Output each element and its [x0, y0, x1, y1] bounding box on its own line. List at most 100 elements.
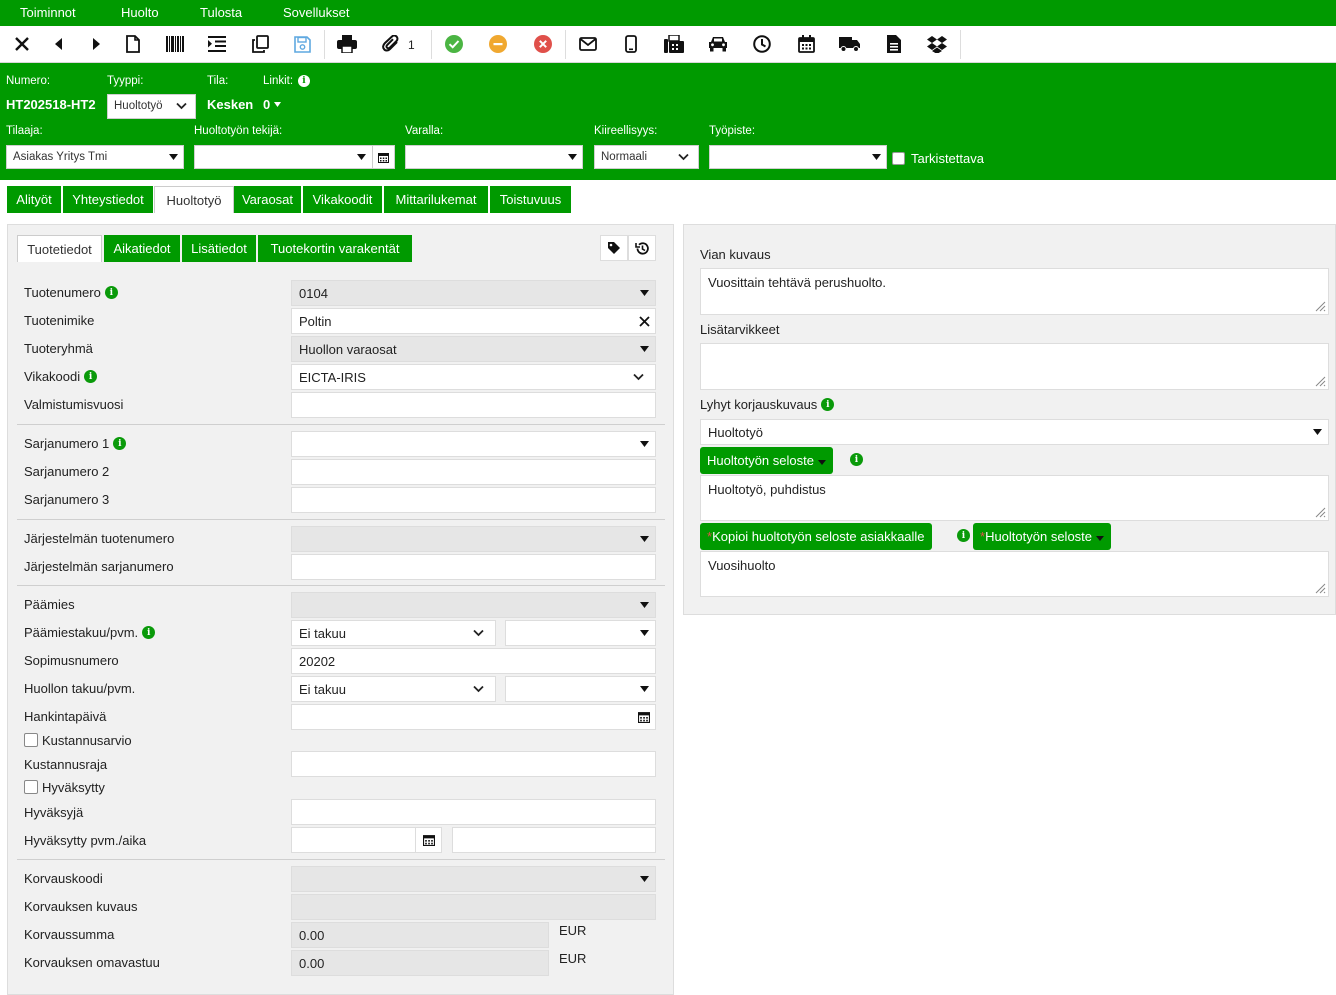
mail-icon[interactable] — [576, 32, 600, 56]
jarj-sarjanumero-input[interactable] — [291, 554, 656, 580]
fax-icon[interactable] — [662, 32, 686, 56]
caret-down-icon[interactable] — [1306, 420, 1328, 444]
sarjanumero2-input[interactable] — [291, 459, 656, 485]
dropbox-icon[interactable] — [925, 32, 949, 56]
caret-down-icon[interactable] — [633, 337, 655, 361]
info-icon[interactable]: i — [84, 370, 98, 383]
menu-sovellukset[interactable]: Sovellukset — [283, 5, 349, 20]
caret-down-icon[interactable] — [633, 621, 655, 645]
pending-icon[interactable] — [486, 32, 510, 56]
kopioi-seloste-button[interactable]: *Kopioi huoltotyön seloste asiakkaalle — [700, 523, 932, 550]
cancel-icon[interactable] — [531, 32, 555, 56]
caret-down-icon[interactable] — [633, 281, 655, 305]
hyvaksytty-checkbox[interactable] — [24, 780, 38, 794]
hyvaksytty-time-input[interactable] — [452, 827, 656, 853]
paamiestakuu-date[interactable] — [505, 620, 656, 646]
caret-down-icon[interactable] — [274, 102, 281, 107]
info-icon[interactable]: i — [850, 453, 863, 466]
tab-alityot[interactable]: Alityöt — [7, 186, 62, 213]
tyopiste-select[interactable] — [709, 145, 887, 169]
tab-huoltotyo[interactable]: Huoltotyö — [154, 186, 234, 213]
tuotenimike-field[interactable]: Poltin — [291, 308, 656, 334]
caret-down-icon[interactable] — [633, 593, 655, 617]
file-icon[interactable] — [882, 32, 906, 56]
tab-yhteystiedot[interactable]: Yhteystiedot — [63, 186, 154, 213]
tarkistettava-checkbox[interactable] — [892, 152, 905, 165]
info-icon[interactable]: i — [821, 398, 835, 411]
save-icon[interactable] — [290, 32, 314, 56]
paamiestakuu-select[interactable]: Ei takuu — [291, 620, 496, 646]
varalla-select[interactable] — [405, 145, 583, 169]
chevron-down-icon[interactable] — [467, 677, 489, 701]
info-icon[interactable]: i — [142, 626, 156, 639]
jarj-tuotenumero-field[interactable] — [291, 526, 656, 552]
ok-icon[interactable] — [442, 32, 466, 56]
forward-icon[interactable] — [84, 32, 108, 56]
kiireellisyys-select[interactable]: Normaali — [594, 145, 699, 169]
calendar-icon[interactable] — [794, 32, 818, 56]
korvauskoodi-field[interactable] — [291, 866, 656, 892]
vikakoodi-select[interactable]: EICTA-IRIS — [291, 364, 656, 390]
tag-icon[interactable] — [600, 235, 628, 261]
car-icon[interactable] — [706, 32, 730, 56]
huollon-takuu-date[interactable] — [505, 676, 656, 702]
tab-tuotetiedot[interactable]: Tuotetiedot — [17, 235, 102, 262]
sarjanumero3-input[interactable] — [291, 487, 656, 513]
clock-icon[interactable] — [750, 32, 774, 56]
copy-icon[interactable] — [248, 32, 272, 56]
paperclip-icon[interactable] — [379, 32, 403, 56]
caret-down-icon[interactable] — [633, 677, 655, 701]
phone-icon[interactable] — [619, 32, 643, 56]
vian-kuvaus-textarea[interactable]: Vuosittain tehtävä perushuolto. — [700, 268, 1329, 315]
sarjanumero1-field[interactable] — [291, 431, 656, 457]
paamies-field[interactable] — [291, 592, 656, 618]
huoltotyon-seloste-button[interactable]: Huoltotyön seloste — [700, 447, 833, 474]
document-icon[interactable] — [121, 32, 145, 56]
tab-varaosat[interactable]: Varaosat — [234, 186, 302, 213]
info-icon[interactable]: i — [298, 75, 310, 87]
menu-tulosta[interactable]: Tulosta — [200, 5, 242, 20]
tilaaja-select[interactable]: Asiakas Yritys Tmi — [6, 145, 184, 169]
kustannusraja-input[interactable] — [291, 751, 656, 777]
indent-icon[interactable] — [205, 32, 229, 56]
hyvaksytty-date-input[interactable] — [291, 827, 442, 853]
info-icon[interactable]: i — [104, 286, 118, 299]
tab-lisatiedot[interactable]: Lisätiedot — [182, 235, 256, 262]
tab-aikatiedot[interactable]: Aikatiedot — [104, 235, 180, 262]
caret-down-icon[interactable] — [633, 432, 655, 456]
resize-handle-icon[interactable] — [1314, 506, 1326, 518]
huoltotyon-seloste-textarea[interactable]: Huoltotyö, puhdistus — [700, 475, 1329, 521]
hyvaksyja-input[interactable] — [291, 799, 656, 825]
tuotenumero-field[interactable]: 0104 — [291, 280, 656, 306]
tekija-select[interactable] — [194, 145, 395, 169]
barcode-icon[interactable] — [163, 32, 187, 56]
chevron-down-icon[interactable] — [627, 365, 649, 389]
clear-icon[interactable] — [633, 309, 655, 333]
asiakas-seloste-textarea[interactable]: Vuosihuolto — [700, 551, 1329, 597]
menu-huolto[interactable]: Huolto — [121, 5, 159, 20]
resize-handle-icon[interactable] — [1314, 375, 1326, 387]
truck-icon[interactable] — [838, 32, 862, 56]
chevron-down-icon[interactable] — [467, 621, 489, 645]
asiakas-seloste-button[interactable]: *Huoltotyön seloste — [973, 523, 1111, 550]
tab-toistuvuus[interactable]: Toistuvuus — [490, 186, 571, 213]
hankintapaiva-input[interactable] — [291, 704, 656, 730]
kustannusarvio-checkbox[interactable] — [24, 733, 38, 747]
info-icon[interactable]: i — [113, 437, 127, 450]
print-icon[interactable] — [335, 32, 359, 56]
caret-down-icon[interactable] — [633, 527, 655, 551]
lyhyt-korjauskuvaus-field[interactable]: Huoltotyö — [700, 419, 1329, 445]
tab-tuotekortin-varakentat[interactable]: Tuotekortin varakentät — [258, 235, 412, 262]
linkit-value[interactable]: 0 — [263, 97, 270, 112]
tab-mittarilukemat[interactable]: Mittarilukemat — [384, 186, 489, 213]
tyyppi-select[interactable]: Huoltotyö — [107, 94, 196, 119]
menu-toiminnot[interactable]: Toiminnot — [20, 5, 76, 20]
history-icon[interactable] — [628, 235, 656, 261]
calendar-icon[interactable] — [633, 705, 655, 729]
info-icon[interactable]: i — [957, 529, 970, 542]
tuoteryhma-field[interactable]: Huollon varaosat — [291, 336, 656, 362]
calendar-icon[interactable] — [415, 828, 441, 852]
huollon-takuu-select[interactable]: Ei takuu — [291, 676, 496, 702]
caret-down-icon[interactable] — [633, 867, 655, 891]
back-icon[interactable] — [47, 32, 71, 56]
